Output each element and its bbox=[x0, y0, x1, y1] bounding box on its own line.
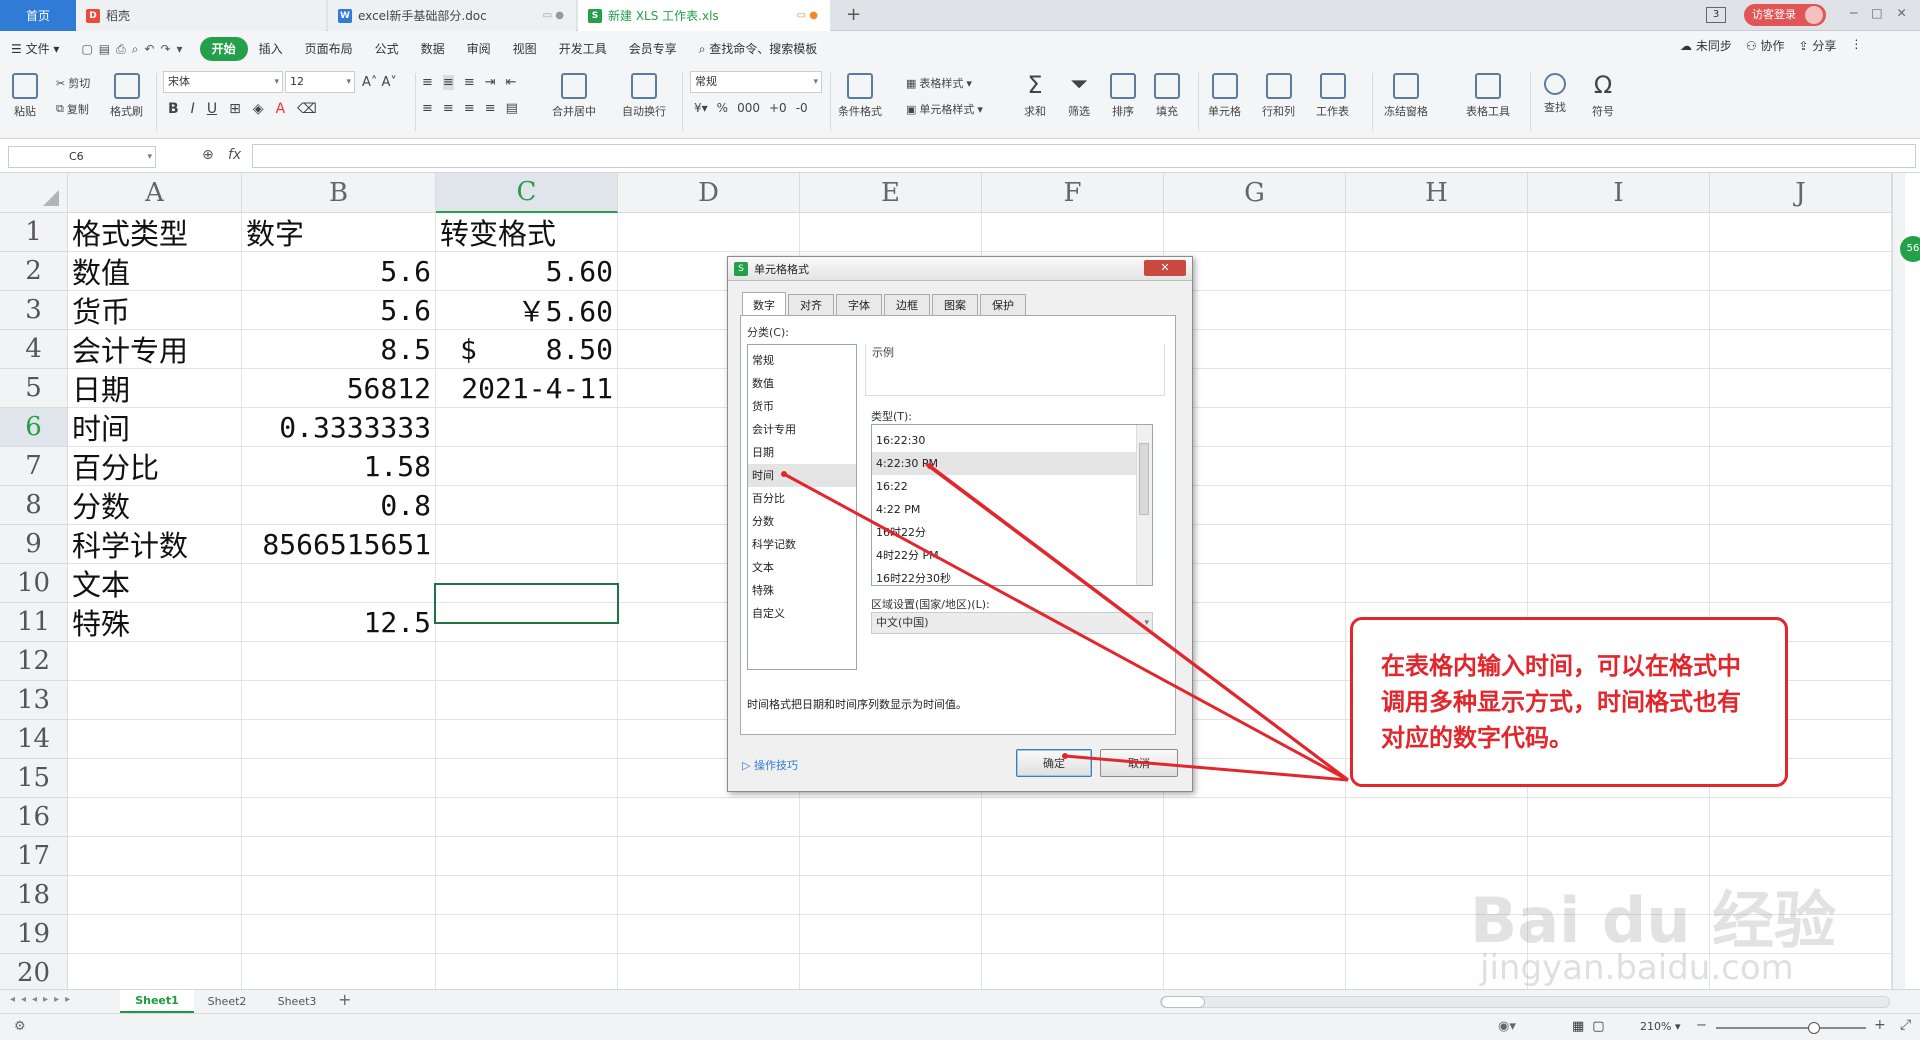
red-arrow-lines bbox=[783, 462, 1349, 782]
watermark-url: jingyan.baidu.com bbox=[1480, 948, 1794, 988]
arrow-dot bbox=[1062, 753, 1068, 759]
arrow-to-type-list-2 bbox=[925, 462, 1349, 782]
arrow-to-time-category bbox=[783, 472, 1349, 782]
arrow-dot bbox=[781, 471, 787, 477]
arrow-dot bbox=[927, 463, 933, 469]
callout-text: 在表格内输入时间，可以在格式中调用多种显示方式，时间格式也有对应的数字代码。 bbox=[1381, 651, 1741, 752]
arrow-to-ok-button bbox=[1064, 754, 1349, 782]
annotation-callout: 在表格内输入时间，可以在格式中调用多种显示方式，时间格式也有对应的数字代码。 bbox=[1350, 617, 1788, 787]
baidu-jingyan-watermark: Bai du 经验 bbox=[1470, 884, 1837, 957]
side-float-badge[interactable]: 56 bbox=[1900, 236, 1920, 262]
